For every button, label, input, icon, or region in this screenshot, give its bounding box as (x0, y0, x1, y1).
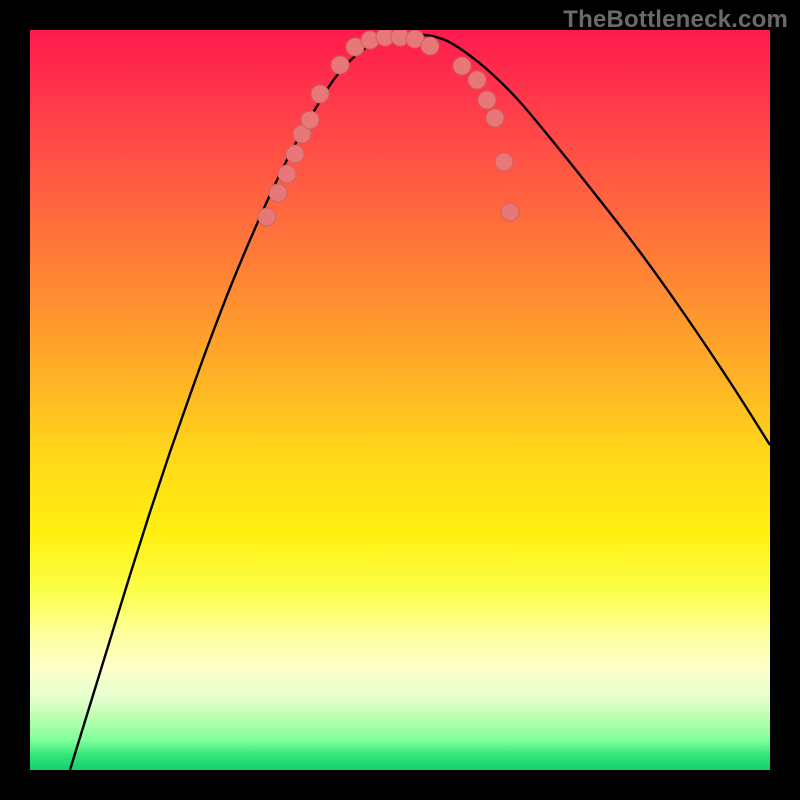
chart-svg (30, 30, 770, 770)
bottleneck-curve (70, 34, 770, 770)
data-point (501, 203, 519, 221)
data-point (478, 91, 496, 109)
data-point (278, 165, 296, 183)
data-point (258, 208, 276, 226)
data-point (468, 71, 486, 89)
data-point (495, 153, 513, 171)
data-point (269, 184, 287, 202)
data-point (286, 145, 304, 163)
data-point (301, 111, 319, 129)
data-point (421, 37, 439, 55)
data-point (311, 85, 329, 103)
data-markers (258, 30, 519, 226)
data-point (453, 57, 471, 75)
data-point (331, 56, 349, 74)
data-point (486, 109, 504, 127)
watermark-text: TheBottleneck.com (563, 6, 788, 34)
